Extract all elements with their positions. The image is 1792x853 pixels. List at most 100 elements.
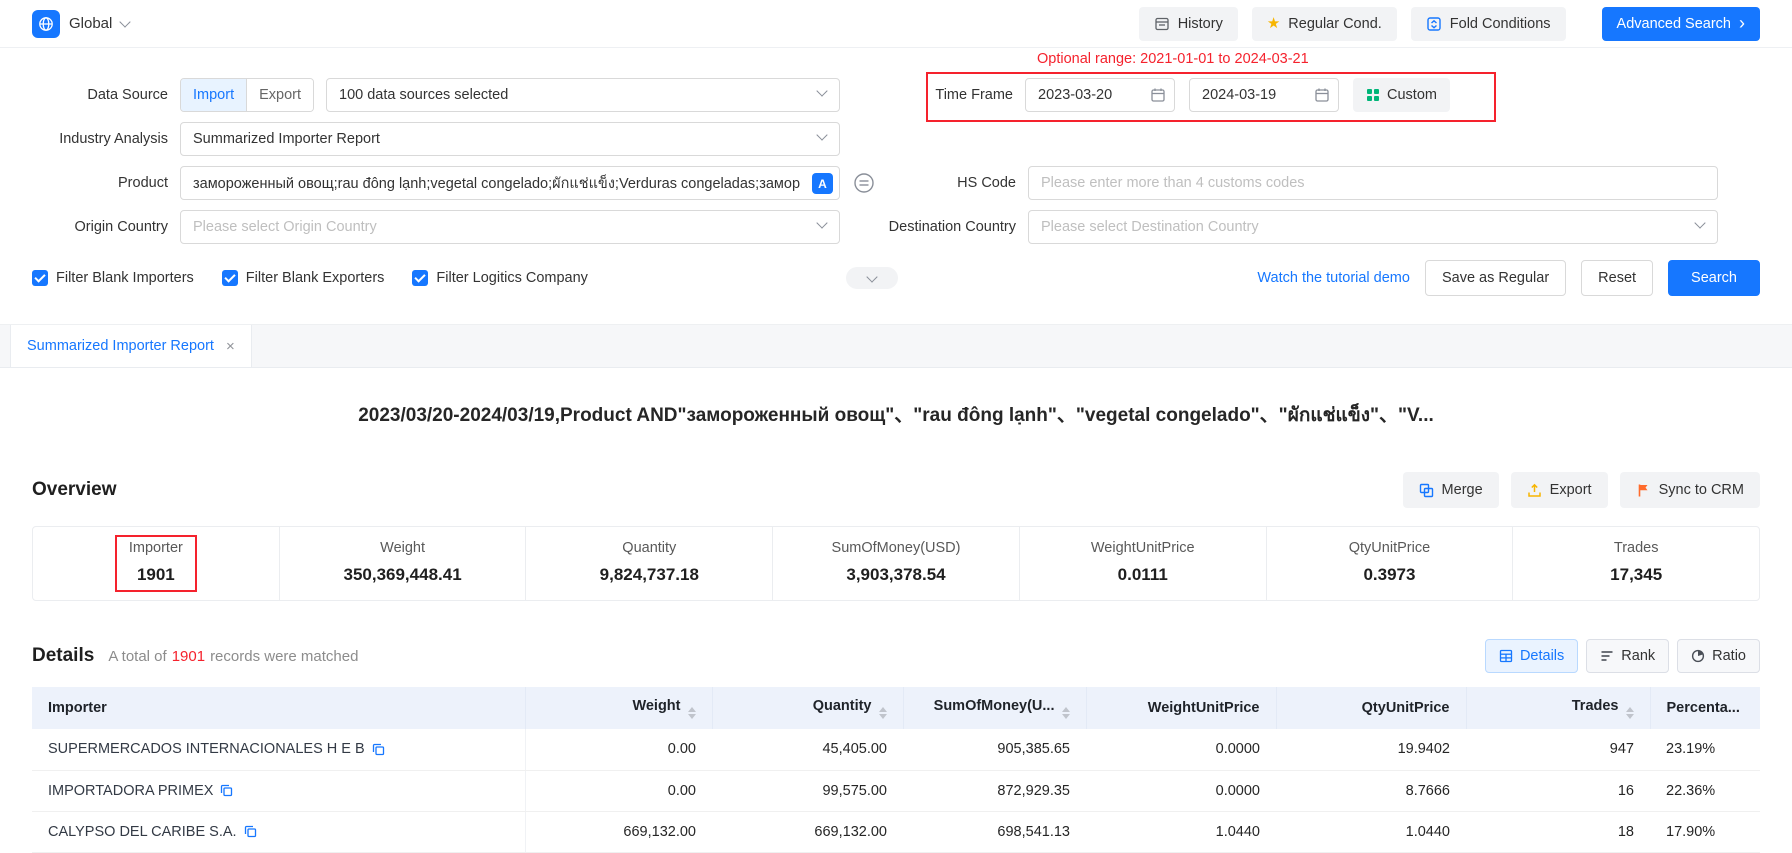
translate-icon[interactable]: A: [812, 173, 833, 194]
origin-country-label: Origin Country: [32, 219, 180, 235]
view-ratio-button[interactable]: Ratio: [1677, 639, 1760, 673]
copy-icon[interactable]: [220, 784, 233, 797]
time-frame-zone: Optional range: 2021-01-01 to 2024-03-21…: [840, 78, 1450, 112]
tutorial-demo-link[interactable]: Watch the tutorial demo: [1257, 270, 1410, 286]
col-trades[interactable]: Trades: [1466, 687, 1650, 729]
language-circle-icon[interactable]: [852, 171, 876, 195]
end-date-field: [1189, 78, 1339, 112]
col-importer: Importer: [32, 687, 525, 729]
details-match-summary: A total of1901records were matched: [108, 648, 358, 665]
reset-button[interactable]: Reset: [1581, 260, 1653, 296]
view-switcher: Details Rank Ratio: [1485, 639, 1760, 673]
region-selector[interactable]: Global: [32, 10, 129, 38]
data-source-select[interactable]: 100 data sources selected: [326, 78, 840, 112]
sync-to-crm-button[interactable]: Sync to CRM: [1620, 472, 1760, 508]
merge-button[interactable]: Merge: [1403, 472, 1499, 508]
filter-blank-importers-checkbox[interactable]: Filter Blank Importers: [32, 270, 194, 286]
checkbox-checked-icon: [32, 270, 48, 286]
col-weight[interactable]: Weight: [525, 687, 712, 729]
details-title: Details: [32, 645, 94, 667]
importer-link[interactable]: IMPORTADORA PRIMEX: [48, 783, 213, 799]
stat-weight-unit-price: WeightUnitPrice 0.0111: [1019, 527, 1266, 600]
sort-icons: [879, 707, 887, 719]
overview-stats: Importer 1901 Weight 350,369,448.41 Quan…: [32, 526, 1760, 601]
copy-icon[interactable]: [244, 825, 257, 838]
topbar-actions: History ★ Regular Cond. Fold Conditions …: [1139, 7, 1760, 41]
col-qty-unit-price: QtyUnitPrice: [1276, 687, 1466, 729]
table-header-row: Importer Weight Quantity SumOfMoney(U...…: [32, 687, 1760, 729]
collapse-panel-button[interactable]: [846, 267, 898, 289]
chevron-right-icon: ›: [1739, 14, 1745, 32]
region-label: Global: [69, 15, 112, 32]
product-label: Product: [32, 175, 180, 191]
export-button[interactable]: Export: [1511, 472, 1608, 508]
col-sum-of-money[interactable]: SumOfMoney(U...: [903, 687, 1086, 729]
time-frame-label: Time Frame: [840, 87, 1025, 103]
details-table: Importer Weight Quantity SumOfMoney(U...…: [32, 687, 1760, 853]
advanced-search-button[interactable]: Advanced Search ›: [1602, 7, 1760, 41]
match-count: 1901: [172, 648, 205, 665]
tab-strip: Summarized Importer Report ×: [0, 324, 1792, 368]
data-source-label: Data Source: [32, 87, 180, 103]
topbar: Global History ★ Regular Cond. Fold Cond…: [0, 0, 1792, 48]
save-as-regular-button[interactable]: Save as Regular: [1425, 260, 1566, 296]
stat-quantity: Quantity 9,824,737.18: [525, 527, 772, 600]
sort-icons: [1626, 707, 1634, 719]
filter-logitics-company-checkbox[interactable]: Filter Logitics Company: [412, 270, 588, 286]
destination-country-select[interactable]: Please select Destination Country: [1028, 210, 1718, 244]
merge-icon: [1419, 483, 1434, 498]
checkbox-checked-icon: [412, 270, 428, 286]
chevron-down-icon: [816, 85, 827, 96]
import-export-toggle: Import Export: [180, 78, 314, 112]
history-button[interactable]: History: [1139, 7, 1238, 41]
filter-blank-exporters-checkbox[interactable]: Filter Blank Exporters: [222, 270, 385, 286]
calendar-icon: [1314, 87, 1330, 103]
chevron-down-icon: [1694, 217, 1705, 228]
fold-conditions-icon: [1426, 16, 1442, 32]
industry-analysis-select[interactable]: Summarized Importer Report: [180, 122, 840, 156]
hs-code-input[interactable]: [1028, 166, 1718, 200]
origin-country-select[interactable]: Please select Origin Country: [180, 210, 840, 244]
report-content: 2023/03/20-2024/03/19,Product AND"заморо…: [0, 400, 1792, 853]
table-row: IMPORTADORA PRIMEX 0.00 99,575.00 872,92…: [32, 770, 1760, 811]
stat-importer: Importer 1901: [33, 527, 279, 600]
col-weight-unit-price: WeightUnitPrice: [1086, 687, 1276, 729]
export-toggle[interactable]: Export: [246, 79, 313, 111]
col-quantity[interactable]: Quantity: [712, 687, 903, 729]
custom-range-button[interactable]: Custom: [1353, 78, 1450, 112]
destination-country-label: Destination Country: [840, 219, 1028, 235]
copy-icon[interactable]: [372, 743, 385, 756]
chevron-down-icon: [120, 16, 131, 27]
stat-sum-of-money: SumOfMoney(USD) 3,903,378.54: [772, 527, 1019, 600]
stat-trades: Trades 17,345: [1512, 527, 1759, 600]
chevron-down-icon: [816, 129, 827, 140]
view-details-button[interactable]: Details: [1485, 639, 1578, 673]
industry-analysis-label: Industry Analysis: [32, 131, 180, 147]
search-button[interactable]: Search: [1668, 260, 1760, 296]
import-toggle[interactable]: Import: [181, 79, 246, 111]
importer-link[interactable]: SUPERMERCADOS INTERNACIONALES H E B: [48, 741, 365, 757]
overview-title: Overview: [32, 479, 117, 501]
product-input[interactable]: замороженный овощ;rau đông lạnh;vegetal …: [180, 166, 840, 200]
sort-icons: [1062, 707, 1070, 719]
star-icon: ★: [1267, 16, 1280, 31]
importer-link[interactable]: CALYPSO DEL CARIBE S.A.: [48, 824, 237, 840]
start-date-field: [1025, 78, 1175, 112]
grid-icon: [1499, 649, 1513, 663]
search-filter-panel: Data Source Import Export 100 data sourc…: [0, 48, 1792, 316]
fold-conditions-button[interactable]: Fold Conditions: [1411, 7, 1566, 41]
checkbox-checked-icon: [222, 270, 238, 286]
close-icon[interactable]: ×: [226, 338, 235, 355]
annotation-text-optional-range: Optional range: 2021-01-01 to 2024-03-21: [1037, 51, 1309, 67]
view-rank-button[interactable]: Rank: [1586, 639, 1669, 673]
chevron-down-icon: [866, 271, 877, 282]
tab-summarized-importer-report[interactable]: Summarized Importer Report ×: [10, 325, 252, 367]
sort-icons: [688, 707, 696, 719]
calendar-icon: [1150, 87, 1166, 103]
export-icon: [1527, 483, 1542, 498]
custom-grid-icon: [1366, 88, 1380, 102]
regular-cond-button[interactable]: ★ Regular Cond.: [1252, 7, 1397, 41]
history-icon: [1154, 16, 1170, 32]
table-row: CALYPSO DEL CARIBE S.A. 669,132.00 669,1…: [32, 811, 1760, 852]
globe-icon: [32, 10, 60, 38]
